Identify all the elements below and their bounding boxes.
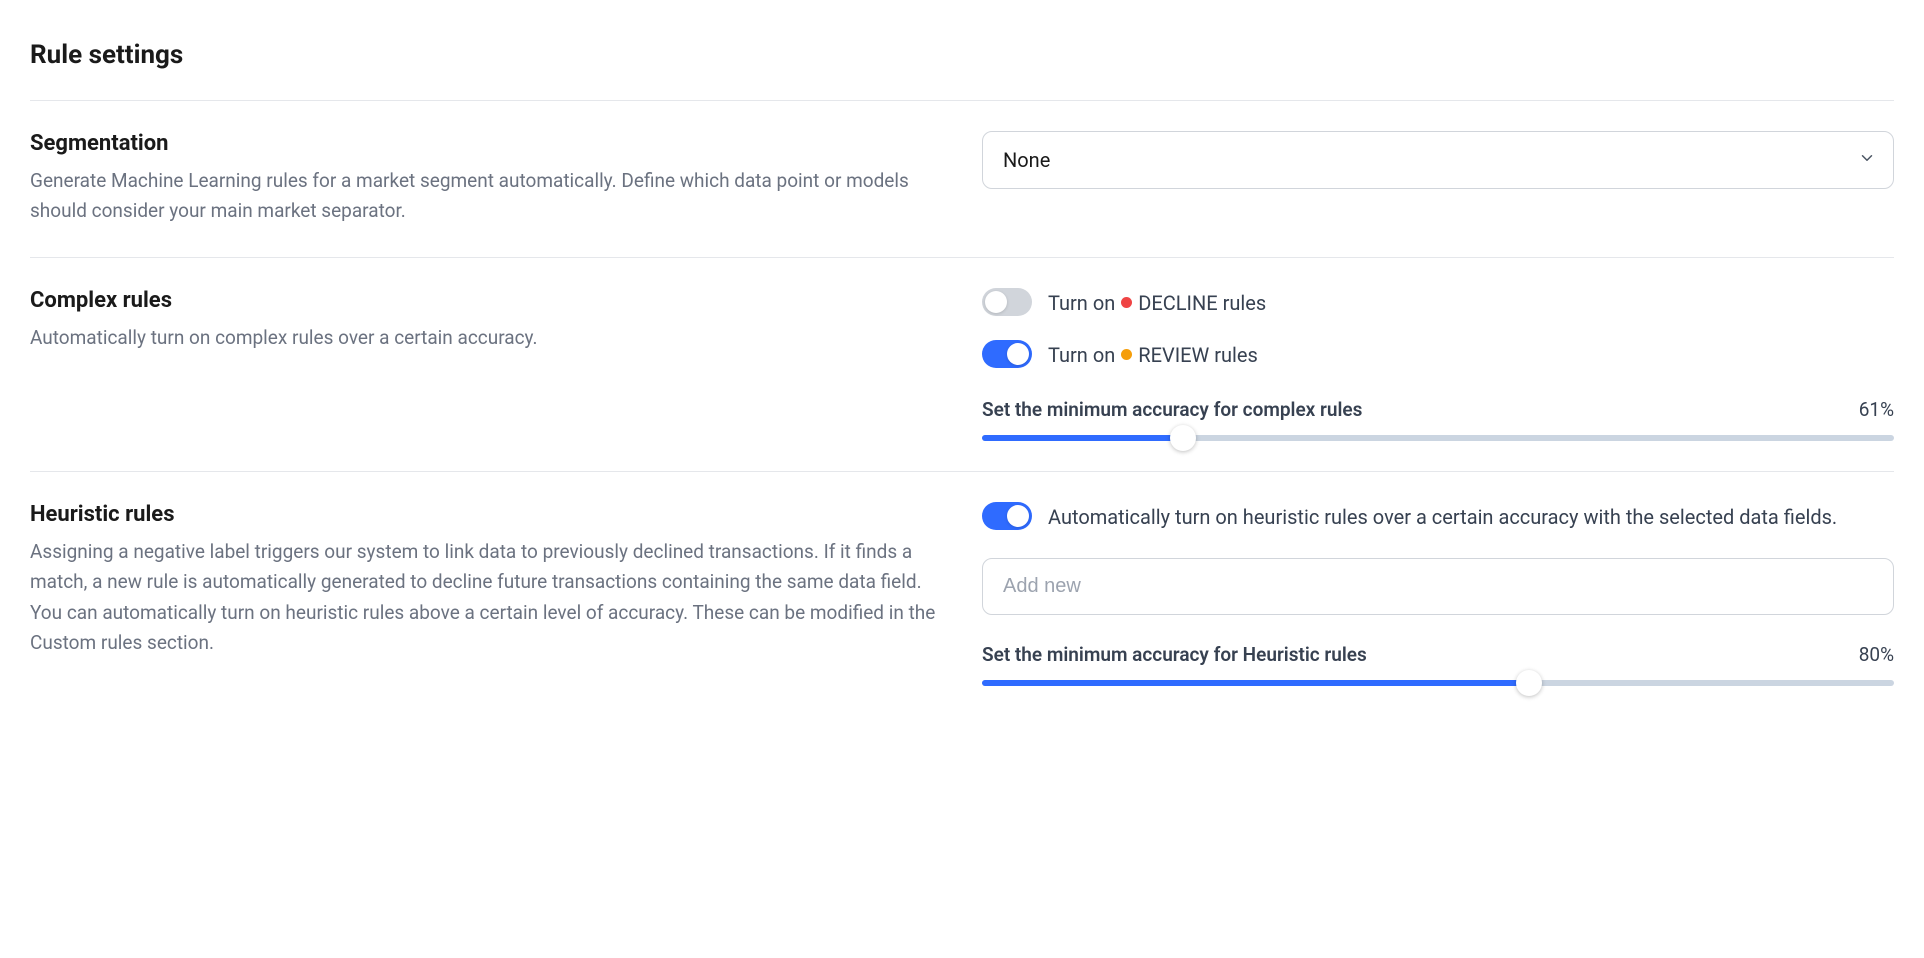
heuristic-slider-value: 80%	[1859, 643, 1894, 666]
decline-rules-toggle[interactable]	[982, 288, 1032, 316]
decline-text: DECLINE rules	[1138, 288, 1266, 318]
review-text: REVIEW rules	[1138, 340, 1258, 370]
slider-fill	[982, 435, 1183, 441]
heuristic-slider-header: Set the minimum accuracy for Heuristic r…	[982, 643, 1894, 666]
review-rules-label: Turn on REVIEW rules	[1048, 340, 1258, 370]
segmentation-heading: Segmentation	[30, 131, 942, 156]
review-rules-row: Turn on REVIEW rules	[982, 340, 1894, 370]
complex-rules-heading: Complex rules	[30, 288, 942, 313]
heuristic-add-new-input[interactable]	[982, 558, 1894, 615]
complex-slider-value: 61%	[1859, 398, 1894, 421]
toggle-knob	[985, 291, 1007, 313]
decline-prefix: Turn on	[1048, 288, 1115, 318]
heuristic-auto-label: Automatically turn on heuristic rules ov…	[1048, 502, 1837, 532]
heuristic-rules-heading: Heuristic rules	[30, 502, 942, 527]
complex-slider-header: Set the minimum accuracy for complex rul…	[982, 398, 1894, 421]
slider-thumb[interactable]	[1170, 425, 1196, 451]
complex-rules-description: Automatically turn on complex rules over…	[30, 323, 942, 353]
review-dot-icon	[1121, 349, 1132, 360]
heuristic-rules-section: Heuristic rules Assigning a negative lab…	[30, 471, 1894, 716]
toggle-knob	[1007, 343, 1029, 365]
page-title: Rule settings	[30, 40, 1894, 70]
complex-accuracy-slider[interactable]	[982, 435, 1894, 441]
decline-dot-icon	[1121, 297, 1132, 308]
complex-slider-title: Set the minimum accuracy for complex rul…	[982, 398, 1362, 421]
heuristic-auto-row: Automatically turn on heuristic rules ov…	[982, 502, 1894, 532]
heuristic-rules-description: Assigning a negative label triggers our …	[30, 537, 942, 659]
segmentation-section: Segmentation Generate Machine Learning r…	[30, 100, 1894, 257]
heuristic-accuracy-slider[interactable]	[982, 680, 1894, 686]
decline-rules-row: Turn on DECLINE rules	[982, 288, 1894, 318]
review-rules-toggle[interactable]	[982, 340, 1032, 368]
segmentation-description: Generate Machine Learning rules for a ma…	[30, 166, 942, 227]
segmentation-select-wrapper: None	[982, 131, 1894, 189]
segmentation-select[interactable]: None	[982, 131, 1894, 189]
toggle-knob	[1007, 505, 1029, 527]
slider-fill	[982, 680, 1529, 686]
slider-thumb[interactable]	[1516, 670, 1542, 696]
complex-rules-section: Complex rules Automatically turn on comp…	[30, 257, 1894, 471]
heuristic-auto-toggle[interactable]	[982, 502, 1032, 530]
decline-rules-label: Turn on DECLINE rules	[1048, 288, 1266, 318]
review-prefix: Turn on	[1048, 340, 1115, 370]
heuristic-slider-title: Set the minimum accuracy for Heuristic r…	[982, 643, 1367, 666]
